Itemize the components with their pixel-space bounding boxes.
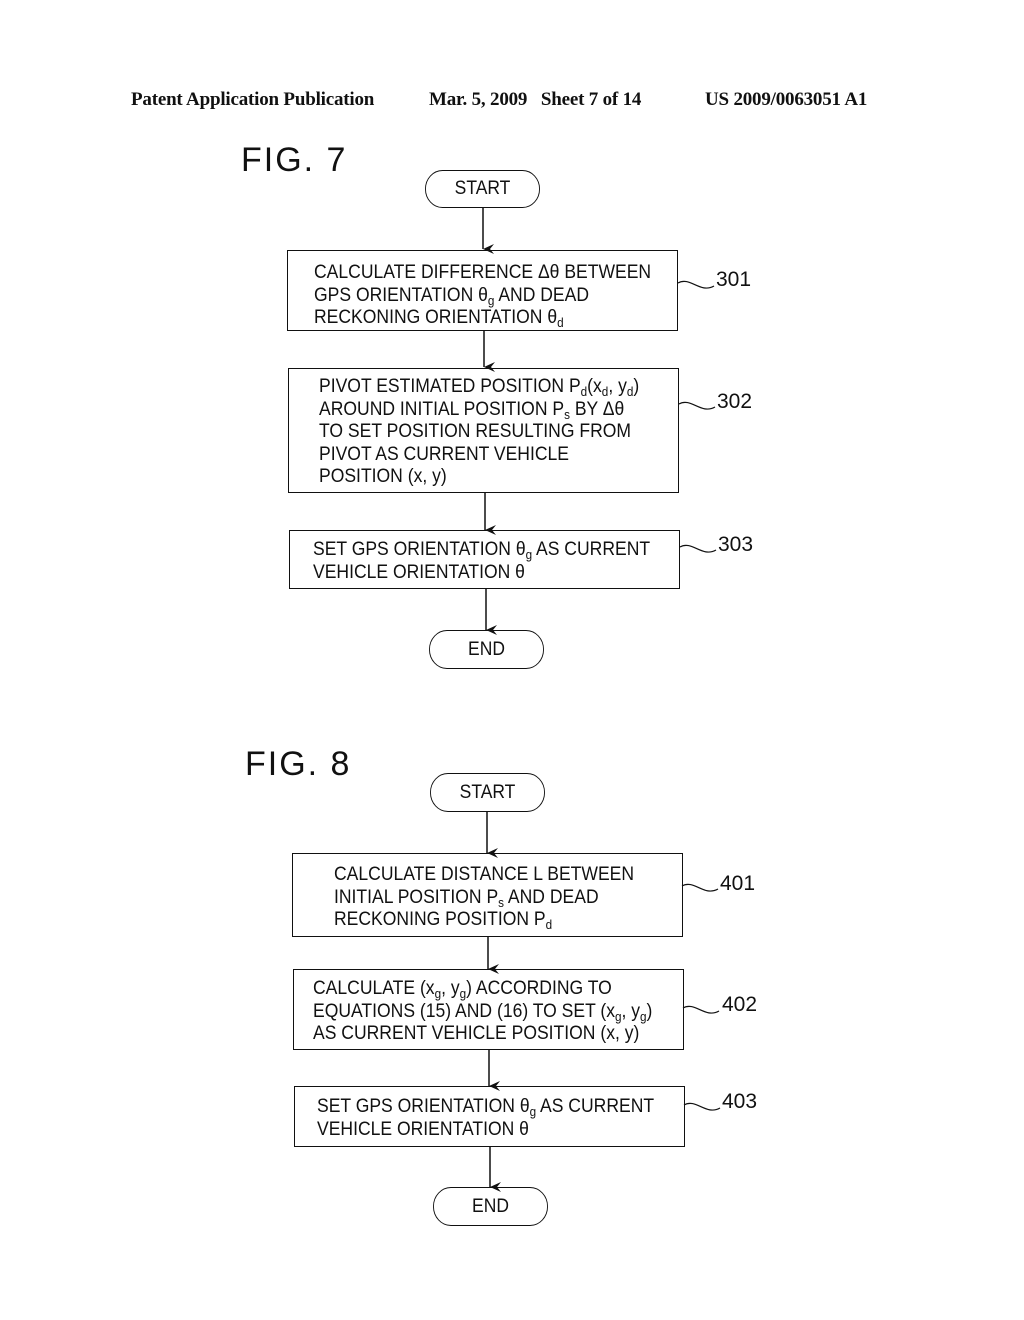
ref-302: 302 (717, 390, 753, 413)
fig8-step-402: CALCULATE (xg, yg) ACCORDING TO EQUATIONS… (293, 969, 684, 1050)
step-text: PIVOT ESTIMATED POSITION Pd(xd, yd) AROUN… (319, 375, 639, 488)
step-text-line: VEHICLE ORIENTATION θ (317, 1117, 529, 1140)
step-text-line: GPS ORIENTATION θg AND DEAD (314, 283, 590, 308)
publication-type: Patent Application Publication (131, 89, 375, 110)
ref-301: 301 (716, 268, 752, 291)
step-text-line: SET GPS ORIENTATION θg AS CURRENT (313, 538, 651, 562)
subscript: d (545, 917, 553, 932)
step-text-line: TO SET POSITION RESULTING FROM (319, 420, 632, 442)
fig7-step-302: PIVOT ESTIMATED POSITION Pd(xd, yd) AROUN… (288, 368, 679, 493)
step-text-line: POSITION (x, y) (319, 465, 447, 487)
leader-401 (681, 883, 719, 892)
step-text: SET GPS ORIENTATION θg AS CURRENT VEHICLE… (317, 1095, 654, 1140)
step-text: CALCULATE (xg, yg) ACCORDING TO EQUATIONS… (313, 977, 652, 1045)
ref-303: 303 (718, 533, 754, 556)
fig7-step-301: CALCULATE DIFFERENCE Δθ BETWEEN GPS ORIEN… (287, 250, 678, 331)
publication-number: US 2009/0063051 A1 (705, 89, 868, 110)
fig7-start-terminal: START (425, 170, 540, 208)
leader-403 (683, 1102, 721, 1111)
subscript: d (626, 384, 634, 399)
step-text-line: PIVOT AS CURRENT VEHICLE (319, 442, 570, 465)
leader-301 (677, 280, 715, 289)
fig8-step-401: CALCULATE DISTANCE L BETWEEN INITIAL POSI… (292, 853, 683, 937)
fig8-start-terminal: START (430, 773, 545, 812)
step-text: CALCULATE DISTANCE L BETWEEN INITIAL POSI… (334, 863, 634, 931)
subscript: g (459, 986, 467, 1001)
ref-401: 401 (720, 872, 756, 895)
step-text-line: CALCULATE DIFFERENCE Δθ BETWEEN (314, 261, 652, 283)
fig7-end-terminal: END (429, 630, 544, 669)
subscript: g (525, 547, 533, 562)
subscript: d (557, 315, 564, 330)
subscript: g (434, 986, 442, 1001)
step-text-line: CALCULATE DISTANCE L BETWEEN (334, 863, 635, 885)
step-text: CALCULATE DIFFERENCE Δθ BETWEEN GPS ORIEN… (314, 261, 651, 329)
subscript: g (640, 1008, 647, 1024)
subscript: g (529, 1104, 537, 1119)
step-text-line: AS CURRENT VEHICLE POSITION (x, y) (313, 1022, 640, 1044)
fig8-end-terminal: END (433, 1187, 548, 1226)
fig8-step-403: SET GPS ORIENTATION θg AS CURRENT VEHICLE… (294, 1086, 685, 1147)
step-text-line: SET GPS ORIENTATION θg AS CURRENT (317, 1095, 655, 1119)
fig7-step-303: SET GPS ORIENTATION θg AS CURRENT VEHICLE… (289, 530, 680, 589)
ref-403: 403 (722, 1090, 758, 1113)
leader-303 (679, 544, 717, 553)
figure-8-title: FIG. 8 (245, 745, 352, 783)
step-text-line: VEHICLE ORIENTATION θ (313, 560, 525, 583)
subscript: d (580, 384, 588, 399)
publication-date-sheet: Mar. 5, 2009 Sheet 7 of 14 (429, 89, 642, 110)
figure-7-title: FIG. 7 (241, 141, 348, 179)
step-text-line: CALCULATE (xg, yg) ACCORDING TO (313, 977, 612, 1001)
step-text-line: AROUND INITIAL POSITION Ps BY Δθ (319, 397, 625, 422)
step-text-line: PIVOT ESTIMATED POSITION Pd(xd, yd) (319, 375, 640, 399)
step-text-line: EQUATIONS (15) AND (16) TO SET (xg, yg) (313, 999, 653, 1024)
ref-402: 402 (722, 993, 758, 1016)
leader-402 (682, 1005, 720, 1014)
step-text-line: RECKONING ORIENTATION θd (314, 306, 564, 330)
subscript: d (601, 384, 609, 399)
leader-302 (678, 401, 716, 410)
step-text-line: INITIAL POSITION Ps AND DEAD (334, 885, 599, 910)
step-text-line: RECKONING POSITION Pd (334, 908, 553, 932)
step-text: SET GPS ORIENTATION θg AS CURRENT VEHICLE… (313, 538, 650, 583)
